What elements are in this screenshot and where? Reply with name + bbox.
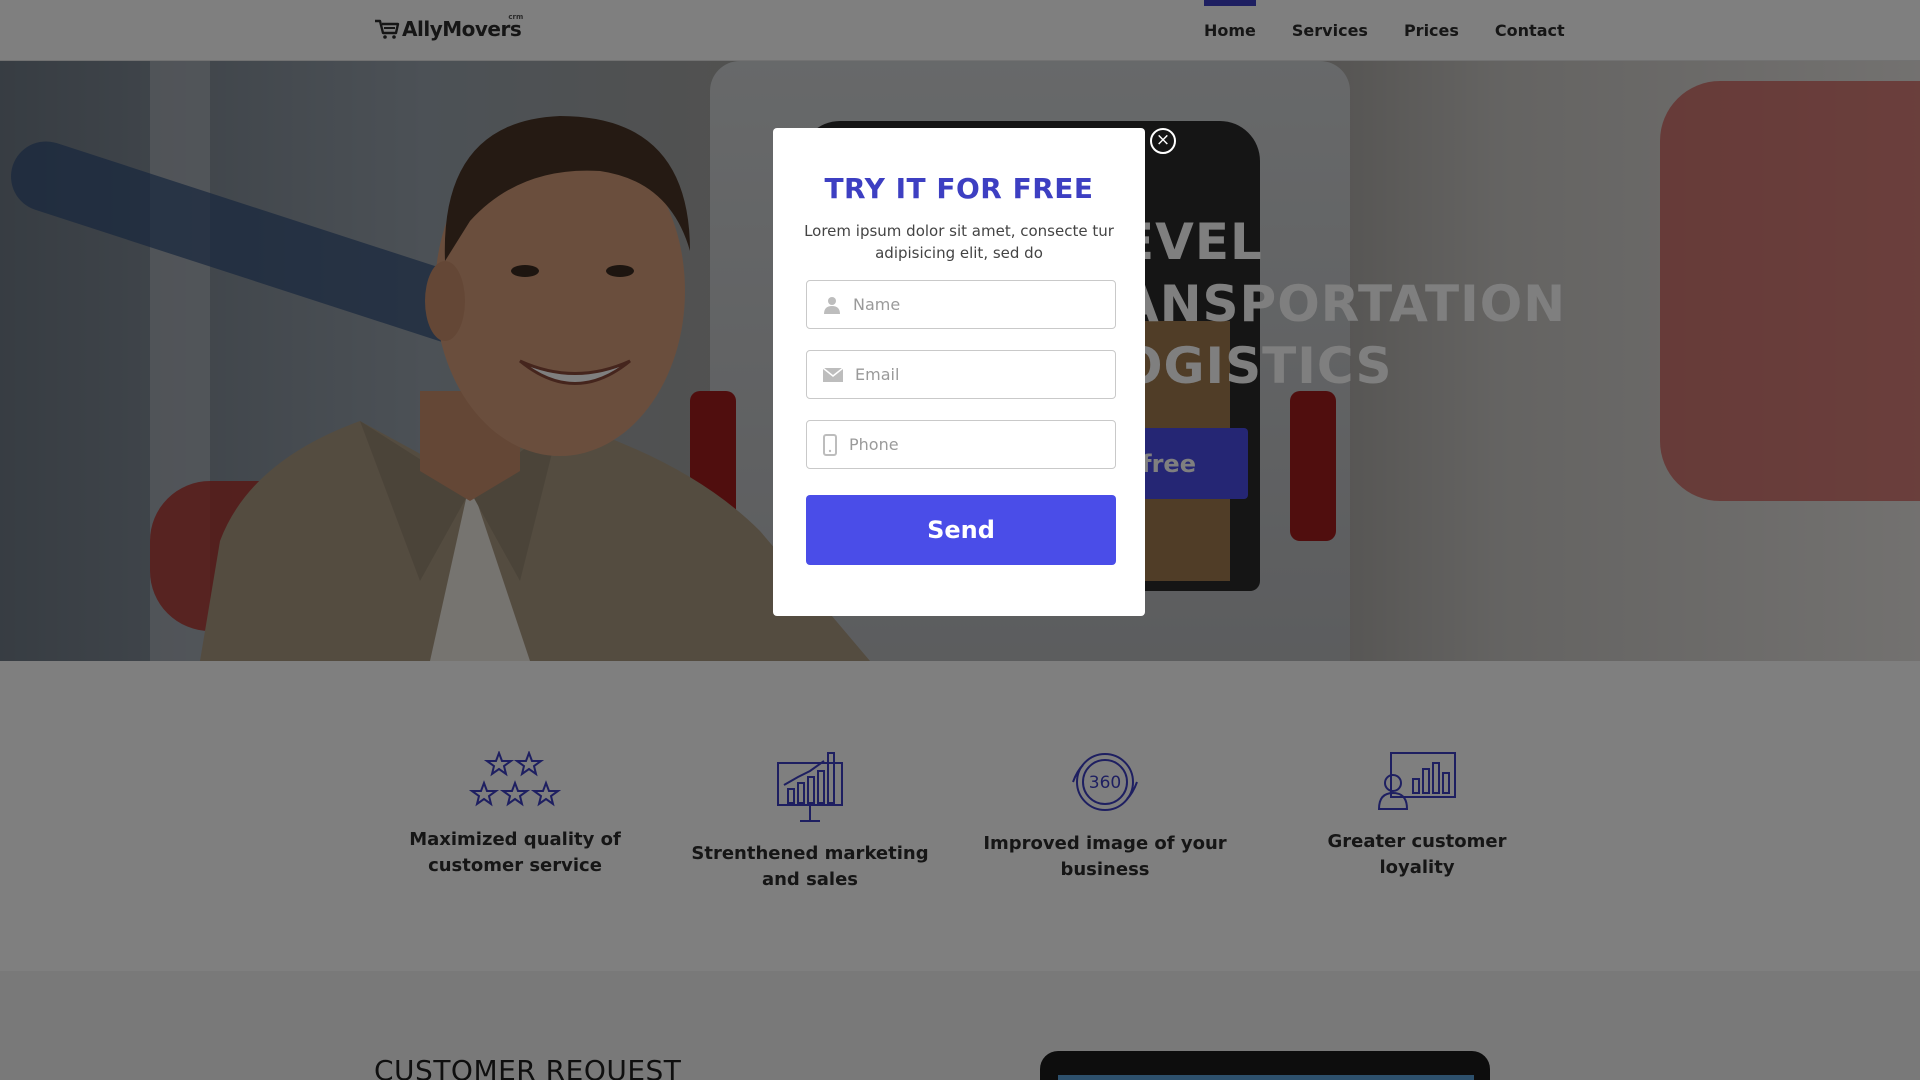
phone-field[interactable]	[806, 420, 1116, 469]
send-button[interactable]: Send	[806, 495, 1116, 565]
envelope-icon	[823, 367, 843, 382]
phone-icon	[823, 433, 837, 456]
phone-input[interactable]	[849, 435, 1099, 454]
name-input[interactable]	[853, 295, 1103, 314]
email-field[interactable]	[806, 350, 1116, 399]
email-input[interactable]	[855, 365, 1105, 384]
name-field[interactable]	[806, 280, 1116, 329]
user-icon	[824, 296, 840, 314]
signup-modal: TRY IT FOR FREE Lorem ipsum dolor sit am…	[773, 128, 1145, 616]
close-icon[interactable]: ×	[1150, 128, 1176, 154]
modal-subtitle: Lorem ipsum dolor sit amet, consecte tur…	[804, 222, 1114, 262]
modal-title: TRY IT FOR FREE	[824, 172, 1094, 205]
